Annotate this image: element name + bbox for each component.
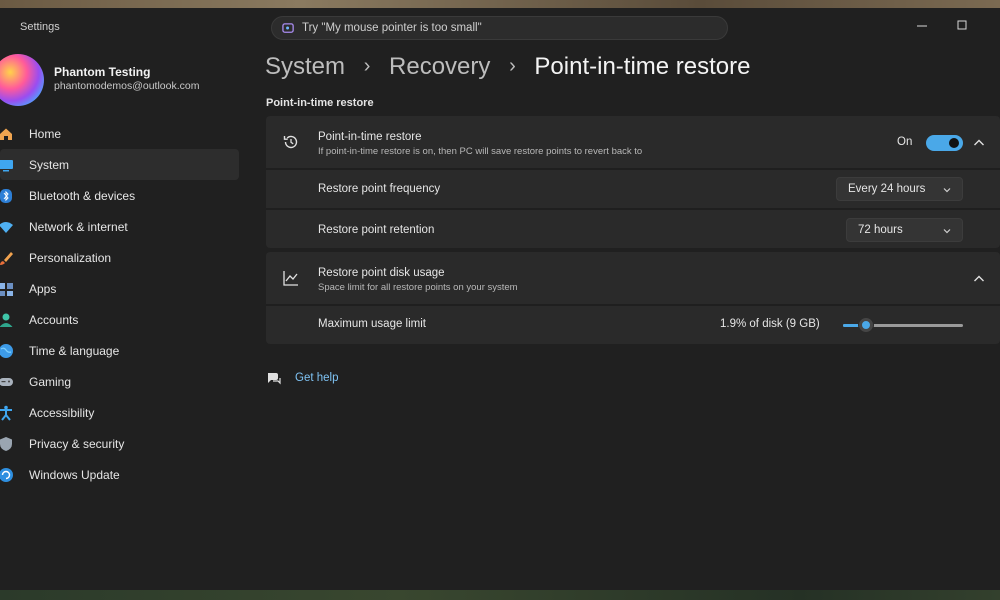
desktop-wallpaper-top [0, 0, 1000, 8]
home-icon [0, 128, 12, 140]
toggle-state-label: On [897, 136, 913, 148]
max-usage-label: Maximum usage limit [318, 318, 426, 330]
chevron-down-icon [943, 188, 951, 193]
sidebar-item-label: Accessibility [29, 406, 95, 420]
sidebar-item-windows-update[interactable]: Windows Update [0, 459, 239, 490]
retention-value: 72 hours [858, 224, 903, 236]
sidebar-item-label: Home [29, 127, 62, 141]
restore-toggle[interactable] [926, 135, 963, 151]
sidebar-item-label: Accounts [29, 313, 79, 327]
maximize-icon[interactable] [948, 14, 976, 36]
sidebar-item-personalization[interactable]: Personalization [0, 242, 239, 273]
max-usage-row: Maximum usage limit 1.9% of disk (9 GB) [266, 306, 1000, 344]
retention-label: Restore point retention [318, 224, 435, 236]
frequency-label: Restore point frequency [318, 183, 441, 195]
search-icon [282, 23, 294, 33]
sidebar-item-label: Gaming [29, 375, 72, 389]
sidebar-item-gaming[interactable]: Gaming [0, 366, 239, 397]
sidebar-item-home[interactable]: Home [0, 118, 239, 149]
profile-name: Phantom Testing [54, 65, 151, 79]
system-icon [0, 160, 13, 172]
chevron-right-icon: › [363, 55, 371, 78]
bluetooth-icon [0, 189, 12, 203]
disk-usage-header-row[interactable]: Restore point disk usage Space limit for… [266, 252, 1000, 304]
sidebar-item-label: Personalization [29, 251, 112, 265]
help-chat-icon [268, 373, 281, 385]
breadcrumb-item-recovery[interactable]: Recovery [389, 53, 490, 81]
chevron-down-icon [943, 229, 951, 234]
globe-icon [0, 344, 13, 358]
sidebar-item-apps[interactable]: Apps [0, 273, 239, 304]
section-title: Point-in-time restore [266, 97, 374, 109]
update-icon [0, 468, 13, 482]
sidebar-item-privacy-security[interactable]: Privacy & security [0, 428, 239, 459]
disk-usage-description: Space limit for all restore points on yo… [318, 282, 518, 293]
usage-slider-thumb[interactable] [859, 318, 873, 332]
sidebar-item-label: Privacy & security [29, 437, 125, 451]
accessibility-icon [0, 405, 12, 421]
toggle-knob [949, 138, 959, 148]
avatar[interactable] [0, 54, 44, 106]
app-title: Settings [20, 21, 60, 33]
chevron-up-icon[interactable] [972, 136, 986, 150]
apps-icon [0, 283, 13, 296]
retention-row: Restore point retention 72 hours [266, 210, 1000, 248]
title-bar: Settings Try "My mouse pointer is too sm… [0, 8, 1000, 48]
sidebar-item-label: System [29, 158, 70, 172]
breadcrumb-item-system[interactable]: System [265, 53, 345, 81]
line-chart-icon [283, 271, 298, 286]
search-placeholder: Try "My mouse pointer is too small" [302, 22, 482, 34]
sidebar-nav: Home System Bluetooth & devices Network … [0, 118, 240, 490]
restore-description: If point-in-time restore is on, then PC … [318, 146, 643, 157]
sidebar-item-accessibility[interactable]: Accessibility [0, 397, 239, 428]
sidebar-item-label: Network & internet [29, 220, 128, 234]
retention-dropdown[interactable]: 72 hours [846, 218, 963, 242]
wifi-icon [0, 222, 13, 233]
profile-email: phantomodemos@outlook.com [54, 80, 200, 92]
sidebar-item-label: Bluetooth & devices [29, 189, 136, 203]
minimize-icon[interactable] [908, 14, 936, 36]
sidebar-item-system[interactable]: System [0, 149, 239, 180]
disk-usage-title: Restore point disk usage [318, 267, 445, 279]
sidebar-item-accounts[interactable]: Accounts [0, 304, 239, 335]
restore-toggle-row[interactable]: Point-in-time restore If point-in-time r… [266, 116, 1000, 168]
history-icon [283, 135, 298, 149]
desktop-wallpaper-bottom [0, 590, 1000, 600]
restore-title: Point-in-time restore [318, 131, 422, 143]
chevron-up-icon[interactable] [972, 272, 986, 286]
sidebar-item-label: Time & language [29, 344, 120, 358]
restore-settings-card: Point-in-time restore If point-in-time r… [266, 116, 1000, 248]
sidebar-item-time-language[interactable]: Time & language [0, 335, 239, 366]
gamepad-icon [0, 378, 13, 386]
sidebar-item-network[interactable]: Network & internet [0, 211, 239, 242]
frequency-row: Restore point frequency Every 24 hours [266, 170, 1000, 208]
person-icon [0, 313, 13, 327]
shield-icon [0, 437, 12, 451]
brush-icon [0, 252, 13, 265]
settings-window: Settings Try "My mouse pointer is too sm… [0, 8, 1000, 590]
sidebar-item-label: Windows Update [29, 468, 120, 482]
breadcrumb: System › Recovery › Point-in-time restor… [265, 52, 751, 86]
disk-usage-card: Restore point disk usage Space limit for… [266, 252, 1000, 344]
sidebar-item-bluetooth[interactable]: Bluetooth & devices [0, 180, 239, 211]
chevron-right-icon: › [509, 55, 516, 78]
frequency-dropdown[interactable]: Every 24 hours [836, 177, 963, 201]
get-help-link[interactable]: Get help [295, 372, 338, 384]
page-title: Point-in-time restore [534, 52, 751, 80]
sidebar-item-label: Apps [29, 282, 57, 296]
max-usage-value: 1.9% of disk (9 GB) [720, 318, 820, 330]
frequency-value: Every 24 hours [848, 183, 926, 195]
search-box[interactable]: Try "My mouse pointer is too small" [271, 16, 728, 40]
